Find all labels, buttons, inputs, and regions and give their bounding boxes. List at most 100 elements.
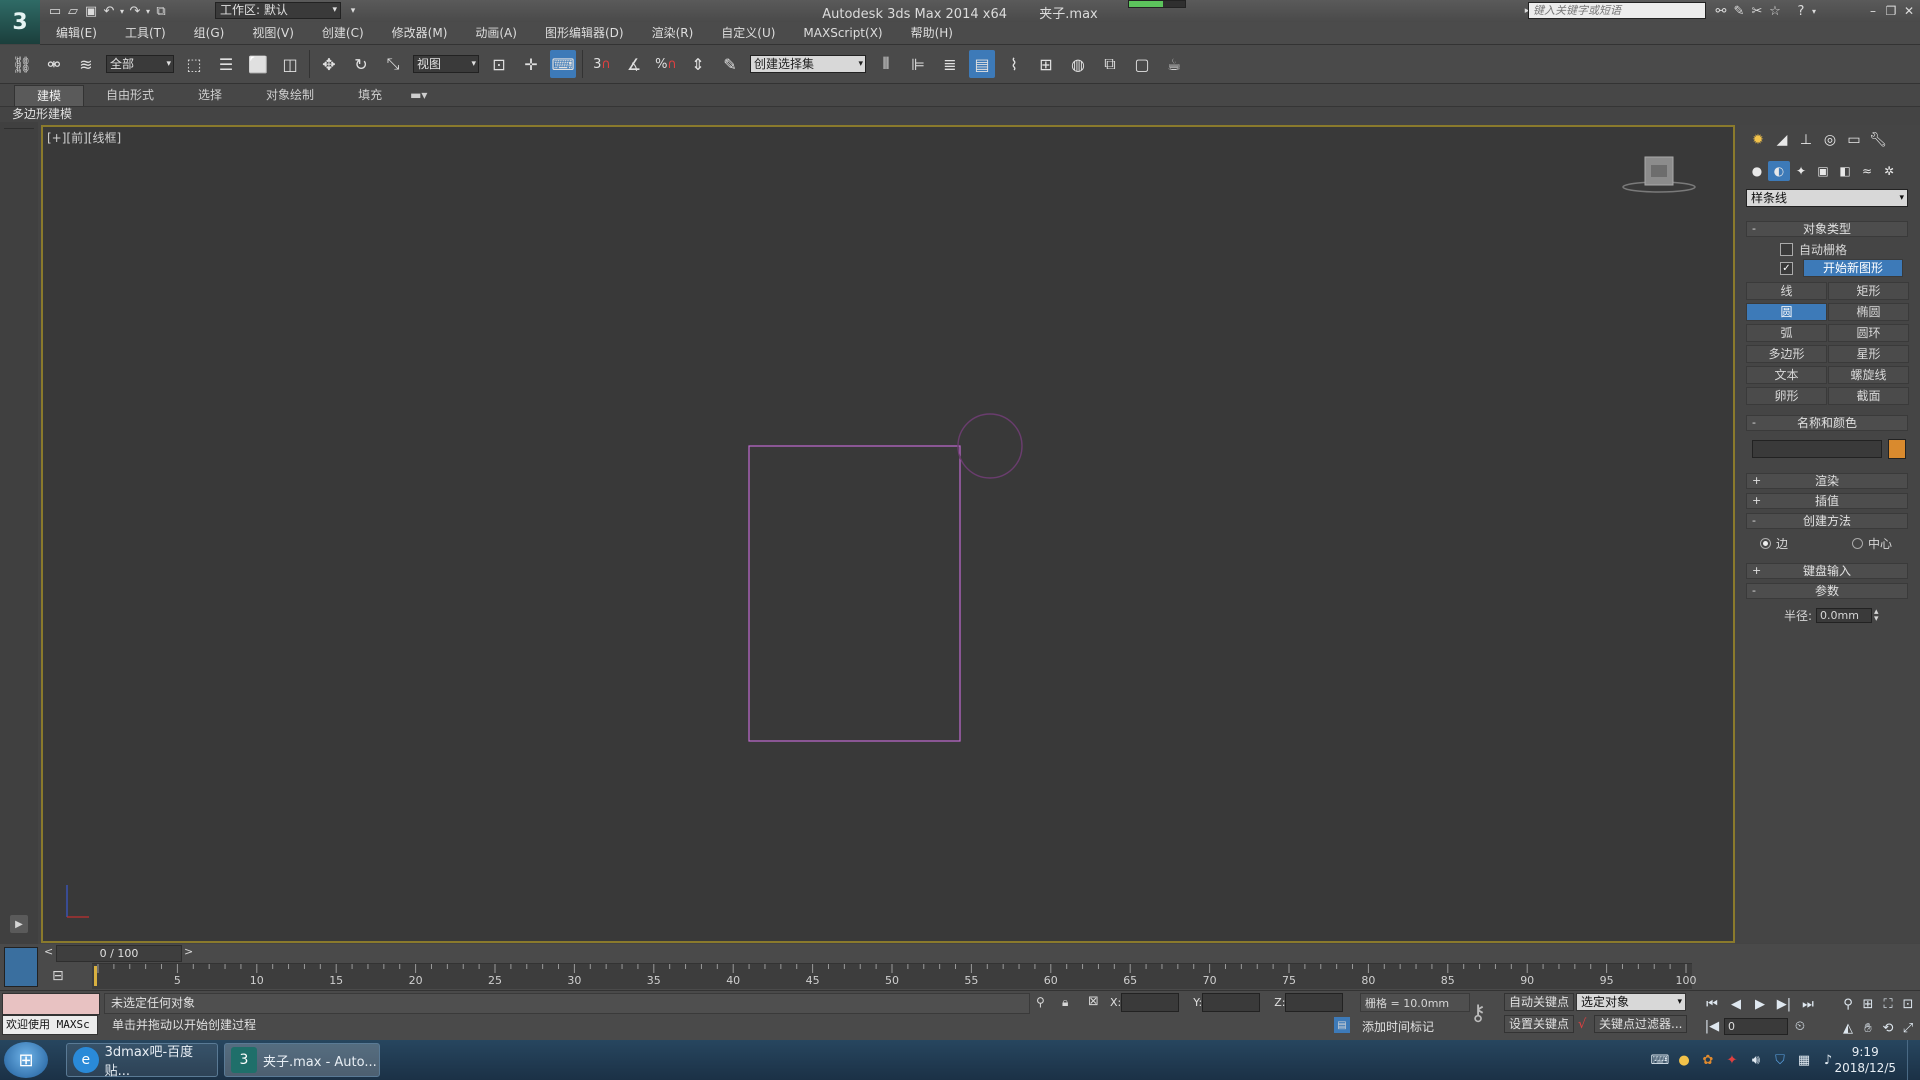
spinner-snap-icon[interactable]: ⇕	[685, 50, 711, 78]
rollout-creation-method[interactable]: - 创建方法	[1746, 513, 1908, 529]
rollout-parameters[interactable]: - 参数	[1746, 583, 1908, 599]
zoom-icon[interactable]: ⚲	[1837, 993, 1859, 1015]
menu-group[interactable]: 组(G)	[180, 22, 239, 44]
current-frame-marker[interactable]	[94, 966, 97, 986]
taskbar-item-browser[interactable]: e 3dmax吧-百度贴...	[66, 1043, 218, 1079]
previous-frame-icon[interactable]: ◀	[1725, 993, 1747, 1015]
menu-help[interactable]: 帮助(H)	[897, 22, 967, 44]
radius-input[interactable]: 0.0mm	[1816, 608, 1873, 623]
hierarchy-tab-icon[interactable]: ⊥	[1794, 129, 1818, 151]
shape-line-button[interactable]: 线	[1746, 282, 1827, 300]
bind-space-warp-icon[interactable]: ≋	[73, 50, 99, 78]
zoom-all-icon[interactable]: ⊞	[1857, 993, 1879, 1015]
rollout-keyboard-entry[interactable]: + 键盘输入	[1746, 563, 1908, 579]
select-and-link-icon[interactable]: ⛓	[9, 50, 35, 78]
render-setup-icon[interactable]: ⧉	[1097, 50, 1123, 78]
ribbon-options-icon[interactable]: ▬▾	[404, 85, 433, 105]
shape-donut-button[interactable]: 圆环	[1828, 324, 1909, 342]
layer-manager-icon[interactable]: ≣	[937, 50, 963, 78]
render-production-icon[interactable]: ☕	[1161, 50, 1187, 78]
shape-text-button[interactable]: 文本	[1746, 366, 1827, 384]
rollout-name-color[interactable]: - 名称和颜色	[1746, 415, 1908, 431]
restore-icon[interactable]: ❐	[1882, 2, 1900, 20]
menu-animation[interactable]: 动画(A)	[461, 22, 531, 44]
track-bar-menu-icon[interactable]: ⊟	[52, 968, 64, 984]
shape-section-button[interactable]: 截面	[1828, 387, 1909, 405]
helpers-icon[interactable]: ◧	[1834, 161, 1856, 181]
shape-circle-button[interactable]: 圆	[1746, 303, 1827, 321]
app-tray-icon[interactable]: ✿	[1697, 1049, 1719, 1071]
menu-maxscript[interactable]: MAXScript(X)	[789, 22, 896, 44]
field-of-view-icon[interactable]: ◭	[1837, 1017, 1859, 1039]
ribbon-tab-object-paint[interactable]: 对象绘制	[244, 85, 336, 105]
front-viewport[interactable]: [+][前][线框]	[41, 125, 1735, 943]
cameras-icon[interactable]: ▣	[1812, 161, 1834, 181]
close-icon[interactable]: ✕	[1900, 2, 1918, 20]
communication-icon[interactable]: ✂	[1748, 2, 1766, 20]
select-and-move-icon[interactable]: ✥	[316, 50, 342, 78]
network-icon[interactable]: ▦	[1793, 1049, 1815, 1071]
maxscript-mini-listener-output[interactable]	[2, 993, 100, 1015]
menu-edit[interactable]: 编辑(E)	[42, 22, 111, 44]
shape-helix-button[interactable]: 螺旋线	[1828, 366, 1909, 384]
viewcube[interactable]	[1621, 155, 1697, 195]
start-new-shape-checkbox[interactable]: ✓	[1780, 261, 1793, 275]
shape-star-button[interactable]: 星形	[1828, 345, 1909, 363]
shape-ngon-button[interactable]: 多边形	[1746, 345, 1827, 363]
reference-coordinate-dropdown[interactable]: 视图 ▾	[413, 55, 479, 73]
display-tab-icon[interactable]: ▭	[1842, 129, 1866, 151]
new-file-icon[interactable]: ▭	[46, 2, 64, 20]
keyboard-icon[interactable]: ⌨	[1649, 1049, 1671, 1071]
time-slider[interactable]: 0 / 100	[56, 945, 182, 962]
material-editor-icon[interactable]: ◍	[1065, 50, 1091, 78]
play-triangle-icon[interactable]: ▶	[10, 915, 28, 933]
start-button[interactable]: ⊞	[4, 1042, 48, 1078]
creation-center-radio[interactable]	[1852, 538, 1863, 549]
open-file-icon[interactable]: ▱	[64, 2, 82, 20]
time-slider-prev-icon[interactable]: <	[44, 945, 53, 958]
pivot-center-icon[interactable]: ⊡	[486, 50, 512, 78]
zoom-extents-icon[interactable]: ⛶	[1877, 993, 1899, 1015]
x-coordinate-input[interactable]	[1121, 993, 1180, 1012]
track-bar[interactable]: 5 10 15 20 25 30 35 40 45 50 55 60 65 70 75 80 85 90 95 100	[92, 963, 1697, 989]
menu-graph-editors[interactable]: 图形编辑器(D)	[531, 22, 638, 44]
geometry-icon[interactable]: ●	[1746, 161, 1768, 181]
next-frame-icon[interactable]: ▶|	[1773, 993, 1795, 1015]
taskbar-item-3dsmax[interactable]: 3 夹子.max - Auto...	[224, 1043, 380, 1077]
search-input[interactable]: 键入关键字或短语	[1528, 2, 1706, 19]
select-and-scale-icon[interactable]: ⤡	[380, 50, 406, 78]
save-icon[interactable]: ▣	[82, 2, 100, 20]
named-selection-dropdown[interactable]: 创建选择集 ▾	[750, 55, 866, 73]
key-filters-button[interactable]: 关键点过滤器...	[1594, 1015, 1688, 1033]
object-name-field[interactable]	[1752, 440, 1882, 458]
menu-tools[interactable]: 工具(T)	[111, 22, 180, 44]
antivirus-icon[interactable]: ✦	[1721, 1049, 1743, 1071]
menu-customize[interactable]: 自定义(U)	[707, 22, 789, 44]
lock-selection-icon[interactable]: 🔒︎	[1062, 995, 1068, 1010]
ribbon-tab-modeling[interactable]: 建模	[14, 84, 85, 106]
selection-filter-dropdown[interactable]: 全部 ▾	[106, 55, 174, 73]
viewport-canvas[interactable]	[43, 127, 1733, 941]
align-icon[interactable]: ⊫	[905, 50, 931, 78]
key-mode-toggle-icon[interactable]: |◀	[1701, 1015, 1723, 1037]
rollout-interpolation[interactable]: + 插值	[1746, 493, 1908, 509]
schematic-view-icon[interactable]: ⊞	[1033, 50, 1059, 78]
lights-icon[interactable]: ✦	[1790, 161, 1812, 181]
go-to-end-icon[interactable]: ⏭	[1797, 993, 1819, 1015]
ribbon-tab-freeform[interactable]: 自由形式	[84, 85, 176, 105]
select-by-name-icon[interactable]: ☰	[213, 50, 239, 78]
app-logo[interactable]: 3	[0, 0, 40, 44]
ribbon-tab-populate[interactable]: 填充	[336, 85, 404, 105]
creation-edge-radio[interactable]	[1760, 538, 1771, 549]
keyboard-shortcut-override-icon[interactable]: ⌨	[550, 50, 576, 78]
time-tag-icon[interactable]: ▤	[1334, 1017, 1350, 1033]
isolate-icon[interactable]: ⚲	[1036, 995, 1045, 1009]
key-selection-dropdown[interactable]: 选定对象 ▾	[1576, 993, 1686, 1011]
rectangle-shape[interactable]	[748, 445, 961, 742]
object-color-swatch[interactable]	[1888, 439, 1906, 459]
curve-editor-icon[interactable]: ⌇	[1001, 50, 1027, 78]
pan-icon[interactable]: ✋︎	[1857, 1017, 1879, 1039]
undo-dropdown-icon[interactable]: ▾	[118, 2, 126, 20]
auto-key-button[interactable]: 自动关键点	[1504, 993, 1575, 1011]
motion-tab-icon[interactable]: ◎	[1818, 129, 1842, 151]
